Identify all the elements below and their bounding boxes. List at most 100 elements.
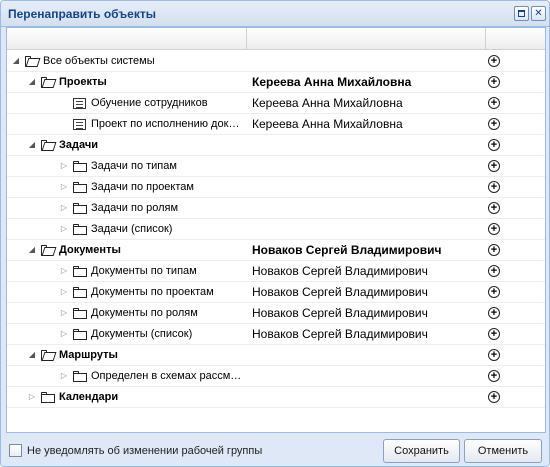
collapse-arrow-icon[interactable]: ▷ (59, 202, 69, 214)
tree-row-label: Все объекты системы (43, 55, 155, 67)
collapse-arrow-icon[interactable]: ▷ (59, 370, 69, 382)
add-circle-icon[interactable]: + (488, 328, 500, 340)
column-header-object[interactable] (7, 28, 247, 50)
tree-row-label: Документы (59, 244, 121, 256)
folder-icon (73, 203, 87, 214)
cancel-button[interactable]: Отменить (464, 439, 542, 463)
tree-row-label: Задачи по проектам (91, 181, 194, 193)
folder-open-icon (25, 56, 41, 67)
notify-checkbox-label: Не уведомлять об изменении рабочей групп… (27, 445, 263, 457)
add-circle-icon[interactable]: + (488, 223, 500, 235)
expand-arrow-icon[interactable]: ◢ (27, 139, 37, 151)
tree-row[interactable]: ◢ Задачи + (7, 135, 545, 156)
folder-icon (73, 161, 87, 172)
tree-row-label: Проекты (59, 76, 107, 88)
folder-icon (73, 287, 87, 298)
add-circle-icon[interactable]: + (488, 118, 500, 130)
close-button[interactable]: ✕ (531, 6, 546, 21)
collapse-arrow-icon[interactable]: ▷ (59, 160, 69, 172)
collapse-arrow-icon[interactable]: ▷ (59, 286, 69, 298)
collapse-arrow-icon[interactable]: ▷ (59, 181, 69, 193)
folder-icon (73, 308, 87, 319)
add-circle-icon[interactable]: + (488, 307, 500, 319)
expand-arrow-icon[interactable]: ◢ (27, 349, 37, 361)
folder-icon (73, 224, 87, 235)
folder-icon (73, 182, 87, 193)
tree-row[interactable]: ▷ Задачи по типам + (7, 156, 545, 177)
tree-row[interactable]: ▷ Задачи по проектам + (7, 177, 545, 198)
tree-row-assignee: Новаков Сергей Владимирович (252, 327, 428, 341)
maximize-icon (518, 10, 525, 17)
add-circle-icon[interactable]: + (488, 370, 500, 382)
column-header-action[interactable] (486, 28, 545, 50)
expand-arrow-icon[interactable]: ◢ (11, 55, 21, 67)
save-button[interactable]: Сохранить (383, 439, 460, 463)
folder-icon (73, 371, 87, 382)
grid-header (7, 28, 545, 50)
tree-row[interactable]: ◢ Маршруты + (7, 345, 545, 366)
tree-row[interactable]: ▷ Документы по типам Новаков Сергей Владим… (7, 261, 545, 282)
add-circle-icon[interactable]: + (488, 160, 500, 172)
collapse-arrow-icon[interactable]: ▷ (59, 223, 69, 235)
add-circle-icon[interactable]: + (488, 349, 500, 361)
add-circle-icon[interactable]: + (488, 244, 500, 256)
tree-row-assignee: Кереева Анна Михайловна (252, 96, 403, 110)
add-circle-icon[interactable]: + (488, 76, 500, 88)
tree-row-label: Определен в схемах рассмотр... (91, 370, 243, 382)
tree-row[interactable]: ▷ Документы (список) Новаков Сергей Владим… (7, 324, 545, 345)
title-bar[interactable]: Перенаправить объекты ✕ (1, 1, 549, 27)
tree-row-assignee: Кереева Анна Михайловна (252, 75, 412, 89)
add-circle-icon[interactable]: + (488, 55, 500, 67)
tree-row-label: Проект по исполнению докуме... (91, 118, 243, 130)
collapse-arrow-icon[interactable]: ▷ (59, 328, 69, 340)
collapse-arrow-icon[interactable]: ▷ (59, 307, 69, 319)
dialog-title: Перенаправить объекты (8, 7, 156, 21)
tree-row[interactable]: ▷ Документы по ролям Новаков Сергей Владим… (7, 303, 545, 324)
expand-arrow-icon[interactable]: ◢ (27, 244, 37, 256)
tree-row-label: Задачи (59, 139, 98, 151)
tree-row[interactable]: ▷ Документы по проектам Новаков Сергей Вла… (7, 282, 545, 303)
collapse-arrow-icon[interactable]: ▷ (27, 391, 37, 403)
add-circle-icon[interactable]: + (488, 391, 500, 403)
add-circle-icon[interactable]: + (488, 265, 500, 277)
redirect-objects-dialog: Перенаправить объекты ✕ ◢ Все объекты сис… (0, 0, 550, 467)
add-circle-icon[interactable]: + (488, 286, 500, 298)
folder-icon (73, 266, 87, 277)
folder-icon (41, 392, 55, 403)
tree-row-assignee: Новаков Сергей Владимирович (252, 306, 428, 320)
add-circle-icon[interactable]: + (488, 181, 500, 193)
collapse-arrow-icon[interactable]: ▷ (59, 265, 69, 277)
objects-tree-grid: ◢ Все объекты системы + ◢ Проекты Кереева Анн… (6, 27, 546, 433)
tree-row-assignee: Новаков Сергей Владимирович (252, 264, 428, 278)
folder-open-icon (41, 350, 57, 361)
notify-checkbox[interactable] (9, 444, 22, 457)
tree-row-label: Календари (59, 391, 119, 403)
tree-row[interactable]: ▷ Задачи по ролям + (7, 198, 545, 219)
tree-row[interactable]: Обучение сотрудников Кереева Анна Михайло… (7, 93, 545, 114)
tree-row[interactable]: Проект по исполнению докуме... Кереева Ан… (7, 114, 545, 135)
tree-row[interactable]: ▷ Задачи (список) + (7, 219, 545, 240)
dialog-footer: Не уведомлять об изменении рабочей групп… (1, 434, 549, 466)
add-circle-icon[interactable]: + (488, 139, 500, 151)
tree-row-assignee: Новаков Сергей Владимирович (252, 243, 442, 257)
tree-row[interactable]: ◢ Все объекты системы + (7, 51, 545, 72)
tree-row-label: Задачи по типам (91, 160, 177, 172)
tree-row-label: Задачи (список) (91, 223, 173, 235)
tree-row[interactable]: ◢ Документы Новаков Сергей Владимирович + (7, 240, 545, 261)
document-icon (73, 119, 86, 130)
close-icon: ✕ (534, 8, 543, 19)
tree-row[interactable]: ▷ Календари + (7, 387, 545, 408)
expand-arrow-icon[interactable]: ◢ (27, 76, 37, 88)
add-circle-icon[interactable]: + (488, 202, 500, 214)
folder-open-icon (41, 245, 57, 256)
tree-row[interactable]: ◢ Проекты Кереева Анна Михайловна + (7, 72, 545, 93)
column-header-assignee[interactable] (247, 28, 486, 50)
tree-row-assignee: Кереева Анна Михайловна (252, 117, 403, 131)
folder-open-icon (41, 77, 57, 88)
tree-row[interactable]: ▷ Определен в схемах рассмотр... + (7, 366, 545, 387)
maximize-button[interactable] (514, 6, 529, 21)
tree-row-label: Документы (список) (91, 328, 193, 340)
add-circle-icon[interactable]: + (488, 97, 500, 109)
tree-row-label: Документы по типам (91, 265, 197, 277)
tree-row-label: Обучение сотрудников (91, 97, 208, 109)
